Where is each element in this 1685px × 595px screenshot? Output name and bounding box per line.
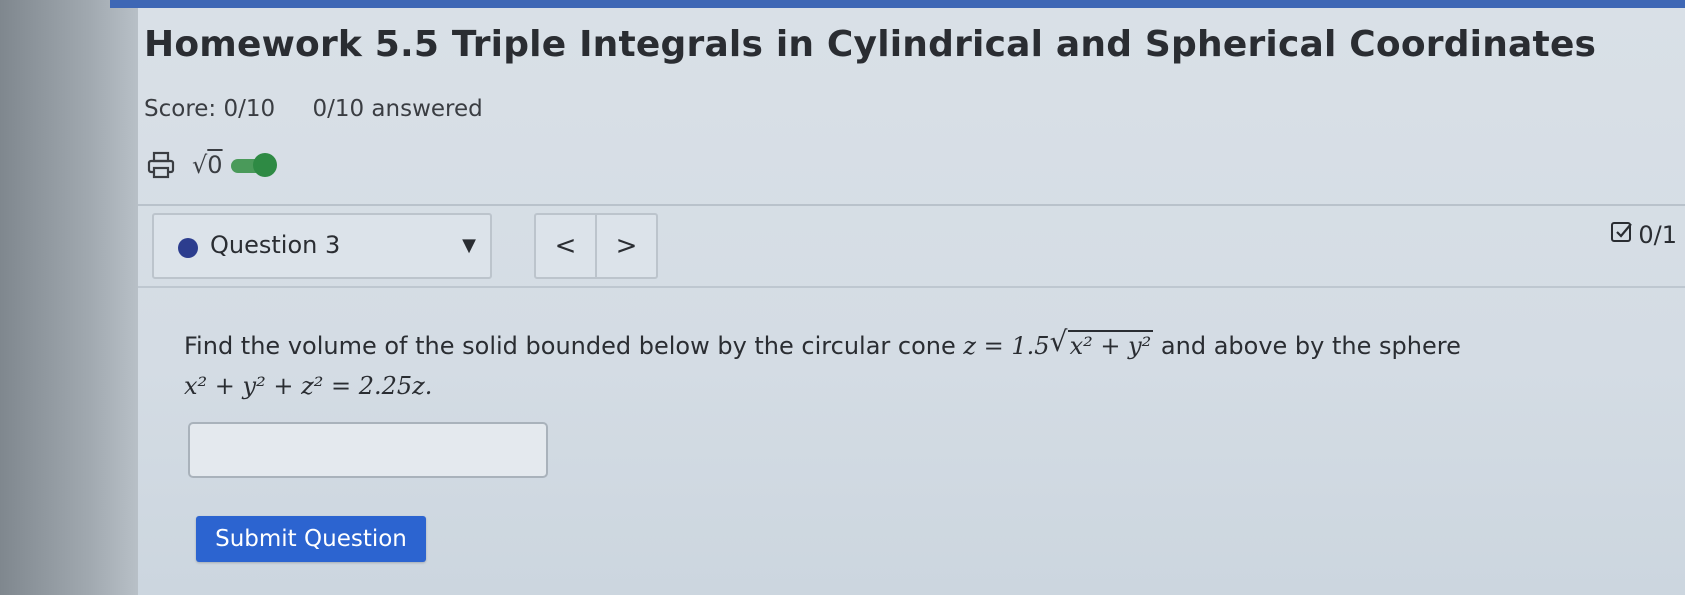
next-question-button[interactable]: > bbox=[595, 215, 656, 277]
problem-text-before: Find the volume of the solid bounded bel… bbox=[184, 332, 956, 360]
divider bbox=[138, 286, 1685, 288]
cone-equation: z = 1.5 √ x² + y² bbox=[963, 325, 1161, 360]
sqrt-expression: √ x² + y² bbox=[1049, 325, 1154, 360]
sphere-equation: x² + y² + z² = 2.25z. bbox=[184, 372, 433, 400]
chevron-down-icon: ▼ bbox=[462, 235, 476, 256]
homework-page: Homework 5.5 Triple Integrals in Cylindr… bbox=[138, 8, 1685, 595]
top-nav-bar bbox=[110, 0, 1685, 8]
page-title: Homework 5.5 Triple Integrals in Cylindr… bbox=[144, 24, 1597, 65]
print-icon[interactable] bbox=[146, 151, 176, 179]
cone-radicand: x² + y² bbox=[1067, 330, 1154, 360]
score-row: Score: 0/10 0/10 answered bbox=[144, 96, 513, 122]
problem-statement: Find the volume of the solid bounded bel… bbox=[184, 325, 1484, 406]
question-nav-buttons: < > bbox=[534, 213, 658, 279]
checkbox-icon bbox=[1610, 220, 1634, 250]
math-entry-radicand: 0 bbox=[207, 151, 223, 179]
toolbar: √0 bbox=[146, 148, 277, 182]
problem-text-after: and above by the sphere bbox=[1160, 332, 1461, 360]
toggle-knob bbox=[252, 153, 277, 177]
question-select-label: Question 3 bbox=[210, 231, 341, 259]
math-entry-icon[interactable]: √0 bbox=[190, 151, 223, 179]
score-label: Score: 0/10 bbox=[144, 96, 276, 122]
prev-question-button[interactable]: < bbox=[536, 215, 595, 277]
answer-input[interactable] bbox=[188, 422, 548, 478]
question-status-dot bbox=[178, 238, 198, 258]
math-entry-toggle[interactable] bbox=[227, 151, 277, 179]
screen: Homework 5.5 Triple Integrals in Cylindr… bbox=[0, 0, 1685, 595]
divider bbox=[138, 204, 1685, 206]
question-score-badge: 0/1 bbox=[1610, 220, 1677, 250]
submit-question-button[interactable]: Submit Question bbox=[196, 516, 426, 562]
question-score: 0/1 bbox=[1638, 221, 1677, 249]
monitor-bezel bbox=[0, 0, 138, 595]
answered-label: 0/10 answered bbox=[312, 96, 483, 122]
cone-lhs: z = 1.5 bbox=[963, 332, 1050, 360]
question-select[interactable]: Question 3 ▼ bbox=[152, 213, 492, 279]
